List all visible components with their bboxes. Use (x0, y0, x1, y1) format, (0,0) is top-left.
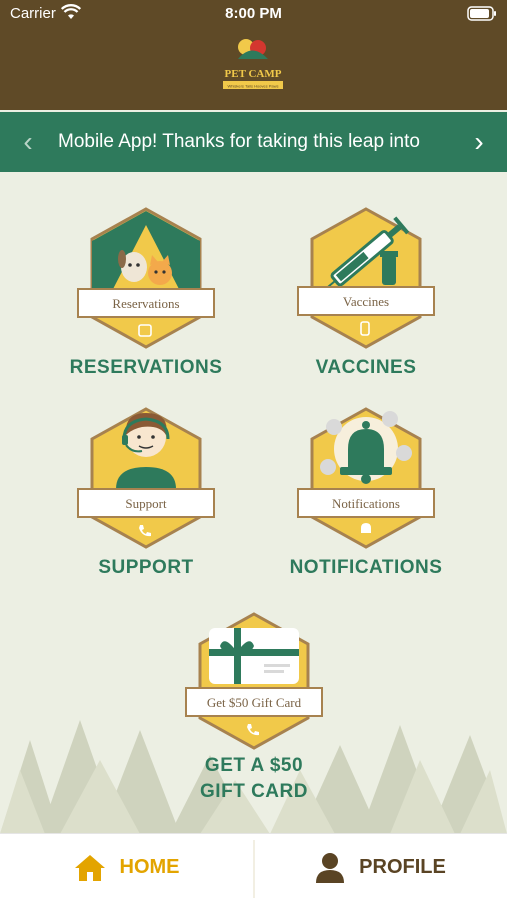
support-tile[interactable]: Support SUPPORT (46, 405, 246, 580)
reservations-tile[interactable]: Reservations RESERVATIONS (46, 205, 246, 380)
home-icon (74, 854, 105, 881)
support-badge-label: Support (125, 496, 167, 511)
gift-card-badge: Get $50 Gift Card (185, 612, 323, 750)
notifications-caption: NOTIFICATIONS (289, 557, 443, 578)
reservations-badge-label: Reservations (112, 296, 179, 311)
app-header: Carrier 8:00 PM PET CAMP Whiskers Tails … (0, 0, 507, 110)
gift-caption-line2: GIFT CARD (200, 781, 308, 802)
status-bar: Carrier 8:00 PM (0, 0, 507, 28)
user-icon (316, 852, 345, 883)
status-time: 8:00 PM (225, 5, 282, 22)
notifications-badge: Notifications (297, 407, 435, 549)
chevron-left-icon[interactable]: ‹ (8, 112, 48, 172)
bell-icon (361, 523, 371, 533)
bottom-tab-bar: HOME PROFILE (0, 833, 507, 901)
pet-camp-logo: PET CAMP Whiskers Tails Hooves Paws (223, 39, 283, 89)
logo-text: PET CAMP (225, 68, 282, 80)
tab-profile-label: PROFILE (359, 856, 446, 878)
vaccines-caption: VACCINES (315, 357, 417, 378)
announcement-banner: ‹ Mobile App! Thanks for taking this lea… (0, 112, 507, 172)
notifications-tile[interactable]: Notifications NOTIFICATIONS (266, 405, 466, 580)
gift-card-tile[interactable]: Get $50 Gift Card GET A $50 GIFT CARD (154, 612, 354, 804)
support-badge: Support (77, 407, 215, 549)
gift-badge-label: Get $50 Gift Card (207, 695, 302, 710)
tab-profile[interactable]: PROFILE (254, 834, 507, 901)
tab-home[interactable]: HOME (0, 834, 253, 901)
support-caption: SUPPORT (98, 557, 194, 578)
reservations-badge: Reservations (77, 207, 215, 349)
gift-caption-line1: GET A $50 (204, 755, 304, 776)
vaccines-badge: Vaccines (297, 207, 435, 349)
battery-icon (467, 6, 497, 25)
banner-text: Mobile App! Thanks for taking this leap … (58, 131, 420, 152)
vaccines-badge-label: Vaccines (343, 294, 389, 309)
vaccines-tile[interactable]: Vaccines VACCINES (266, 205, 466, 380)
tab-home-label: HOME (119, 856, 180, 878)
notifications-badge-label: Notifications (332, 496, 400, 511)
chevron-right-icon[interactable]: › (459, 112, 499, 172)
reservations-caption: RESERVATIONS (69, 357, 223, 378)
logo-tagline: Whiskers Tails Hooves Paws (227, 84, 278, 89)
